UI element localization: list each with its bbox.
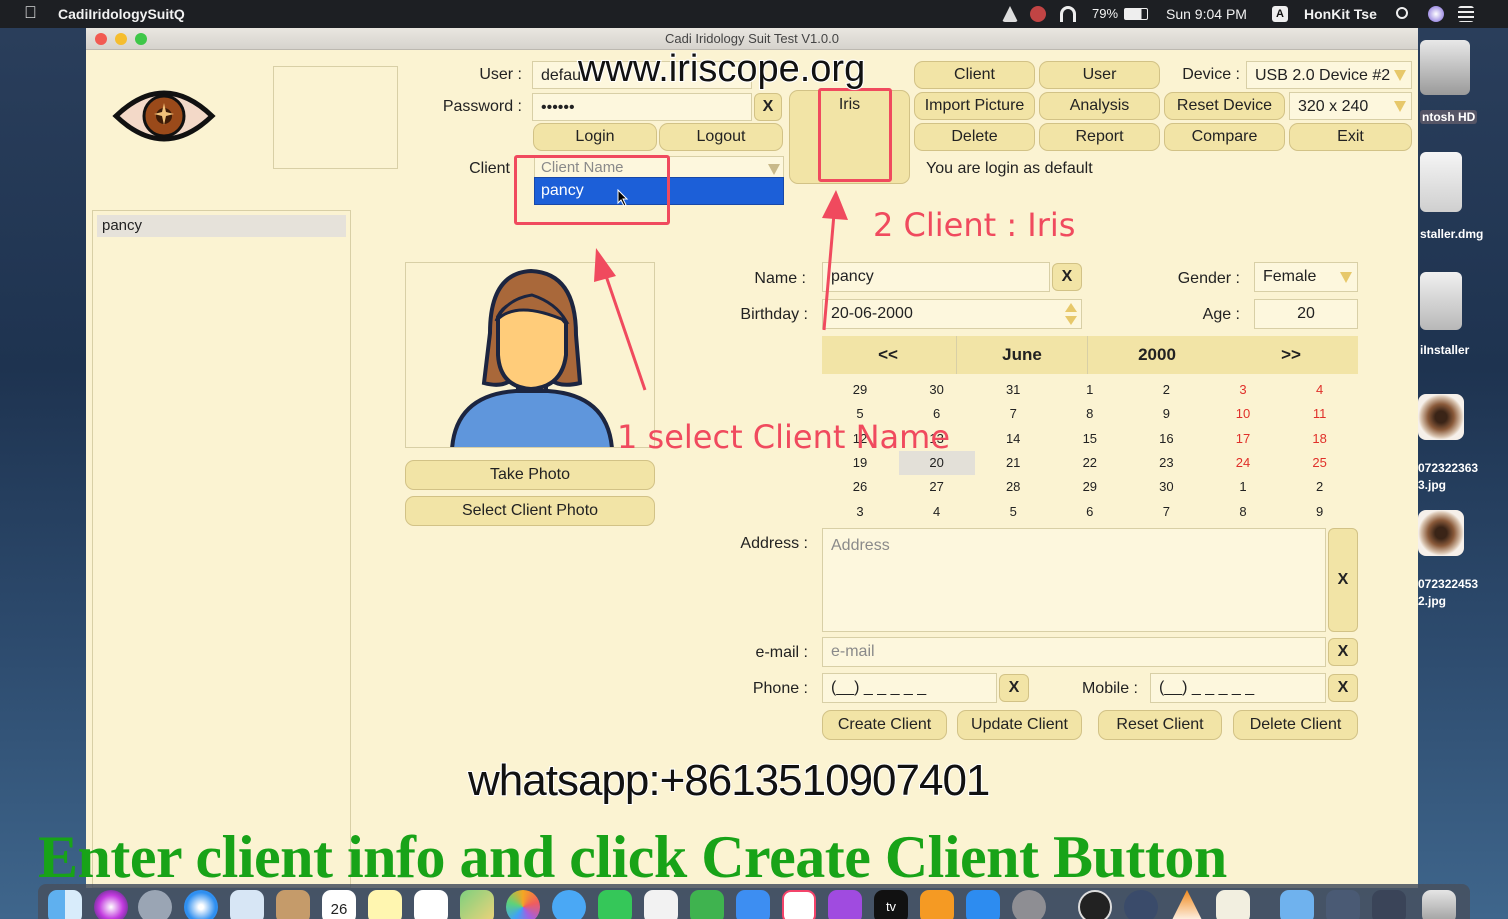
vlc-icon[interactable] xyxy=(1170,890,1204,919)
numbers-icon[interactable] xyxy=(690,890,724,919)
books-icon[interactable] xyxy=(920,890,954,919)
siri-icon[interactable] xyxy=(94,890,128,919)
music-icon[interactable] xyxy=(782,890,816,919)
system-preferences-icon[interactable] xyxy=(1012,890,1046,919)
finder-icon[interactable] xyxy=(48,890,82,919)
trash-icon[interactable] xyxy=(1422,890,1456,919)
apple-tv-icon[interactable]: tv xyxy=(874,890,908,919)
notes-icon[interactable] xyxy=(368,890,402,919)
screenshot-stack-icon[interactable] xyxy=(1326,890,1360,919)
facetime-icon[interactable] xyxy=(598,890,632,919)
dock-tv-label: tv xyxy=(885,899,897,914)
dock: 26 tv xyxy=(38,884,1470,919)
app-store-icon[interactable] xyxy=(966,890,1000,919)
photos-icon[interactable] xyxy=(506,890,540,919)
step-1-annotation: 1 select Client Name xyxy=(617,418,950,456)
podcasts-icon[interactable] xyxy=(828,890,862,919)
keynote-icon[interactable] xyxy=(736,890,770,919)
step-2-annotation: 2 Client : Iris xyxy=(873,206,1076,244)
safari-icon[interactable] xyxy=(184,890,218,919)
website-watermark: www.iriscope.org xyxy=(577,47,866,91)
quicktime-icon[interactable] xyxy=(1124,890,1158,919)
whatsapp-watermark: whatsapp:+8613510907401 xyxy=(467,755,991,806)
launchpad-icon[interactable] xyxy=(138,890,172,919)
freeform-icon[interactable] xyxy=(644,890,678,919)
reminders-icon[interactable] xyxy=(414,890,448,919)
obs-icon[interactable] xyxy=(1078,890,1112,919)
contacts-icon[interactable] xyxy=(276,890,310,919)
downloads-folder-icon[interactable] xyxy=(1280,890,1314,919)
tutorial-caption: Enter client info and click Create Clien… xyxy=(38,824,1227,890)
messages-icon[interactable] xyxy=(552,890,586,919)
cadi-app-icon[interactable] xyxy=(1216,890,1250,919)
maps-icon[interactable] xyxy=(460,890,494,919)
dock-calendar-day: 26 xyxy=(330,901,348,918)
calendar-icon[interactable]: 26 xyxy=(322,890,356,919)
documents-stack-icon[interactable] xyxy=(1372,890,1406,919)
mail-icon[interactable] xyxy=(230,890,264,919)
